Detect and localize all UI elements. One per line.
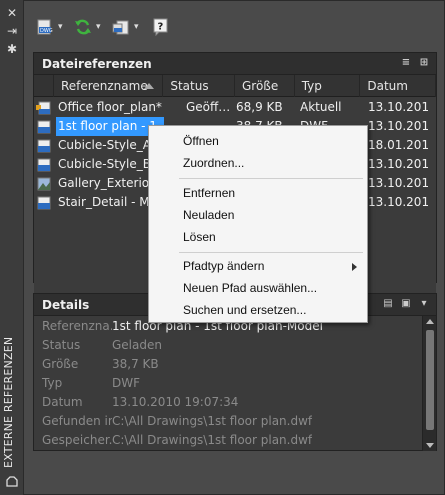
table-header: Referenzname Status Größe Typ Datum [34,75,436,97]
column-header-type[interactable]: Typ [295,75,361,97]
context-menu: Öffnen Zuordnen... Entfernen Neuladen Lö… [148,125,368,323]
chevron-down-icon[interactable]: ▾ [134,22,139,32]
submenu-arrow-icon [352,263,357,271]
help-icon: ? [153,18,168,36]
scroll-up-icon[interactable] [426,319,434,324]
tree-view-icon[interactable]: ⊞ [418,57,430,69]
change-path-button[interactable]: ▾ [112,16,139,38]
column-header-status[interactable]: Status [163,75,235,97]
column-header-date[interactable]: Datum [360,75,436,97]
menu-item-detach[interactable]: Entfernen [149,182,367,204]
palette-title: EXTERNE REFERENZEN [2,336,15,468]
detail-row: Status Geladen [42,337,162,352]
detail-row: Gespeicher... C:\All Drawings\1st floor … [42,432,313,447]
column-header-name[interactable]: Referenzname [54,75,164,97]
close-icon[interactable]: ✕ [4,6,20,20]
column-header-size[interactable]: Größe [235,75,295,97]
scrollbar-thumb[interactable] [426,330,434,430]
auto-hide-icon[interactable]: ⇥ [4,24,20,38]
open-drawing-icon [36,101,51,114]
image-file-icon [37,177,51,190]
refresh-button[interactable]: ▾ [74,16,101,38]
menu-item-select-new-path[interactable]: Neuen Pfad auswählen... [149,277,367,299]
panel-title: Details [42,297,90,312]
dwf-file-icon [37,158,51,171]
help-button[interactable]: ? [152,16,170,38]
chevron-down-icon[interactable]: ▾ [58,22,63,32]
dwf-file-icon [37,139,51,152]
menu-separator [179,178,363,179]
palette-titlebar[interactable]: ✕ ⇥ ✱ EXTERNE REFERENZEN [0,0,24,495]
details-view-icon[interactable]: ▤ [382,298,394,310]
detail-row: Gefunden in C:\All Drawings\1st floor pl… [42,413,313,428]
menu-item-change-path-type[interactable]: Pfadtyp ändern [149,255,367,277]
file-references-header: Dateireferenzen ≡ ⊞ [34,53,436,75]
menu-item-attach[interactable]: Zuordnen... [149,152,367,174]
menu-separator [179,252,363,253]
sort-ascending-icon [144,83,155,89]
svg-text:DWG: DWG [40,28,53,34]
dwf-file-icon [37,196,51,209]
palette-menu-icon[interactable] [4,474,20,488]
panel-title: Dateireferenzen [42,56,152,71]
scroll-down-icon[interactable] [426,443,434,448]
dwf-file-icon [37,120,51,133]
menu-item-find-replace[interactable]: Suchen und ersetzen... [149,299,367,321]
attach-dwg-icon: DWG [37,19,53,35]
preview-icon[interactable]: ▣ [400,298,412,310]
toolbar: DWG ▾ ▾ ▾ ? [24,8,444,46]
change-path-icon [112,20,129,35]
menu-item-unload[interactable]: Lösen [149,226,367,248]
properties-gear-icon[interactable]: ✱ [4,42,20,56]
menu-item-open[interactable]: Öffnen [149,130,367,152]
table-row[interactable]: Office floor_plan* Geöff… 68,9 KB Aktuel… [34,98,436,117]
detail-row: Typ DWF [42,375,141,390]
details-properties: Referenzna... 1st floor plan - 1st floor… [34,316,436,451]
vertical-scrollbar[interactable] [422,316,436,451]
attach-button[interactable]: DWG ▾ [36,16,63,38]
detail-row: Datum 13.10.2010 19:07:34 [42,394,239,409]
refresh-icon [75,19,91,35]
menu-item-reload[interactable]: Neuladen [149,204,367,226]
chevron-down-icon[interactable]: ▾ [96,22,101,32]
collapse-icon[interactable]: ▾ [418,298,430,310]
list-view-icon[interactable]: ≡ [400,57,412,69]
detail-row: Größe 38,7 KB [42,356,159,371]
svg-text:?: ? [158,22,164,33]
